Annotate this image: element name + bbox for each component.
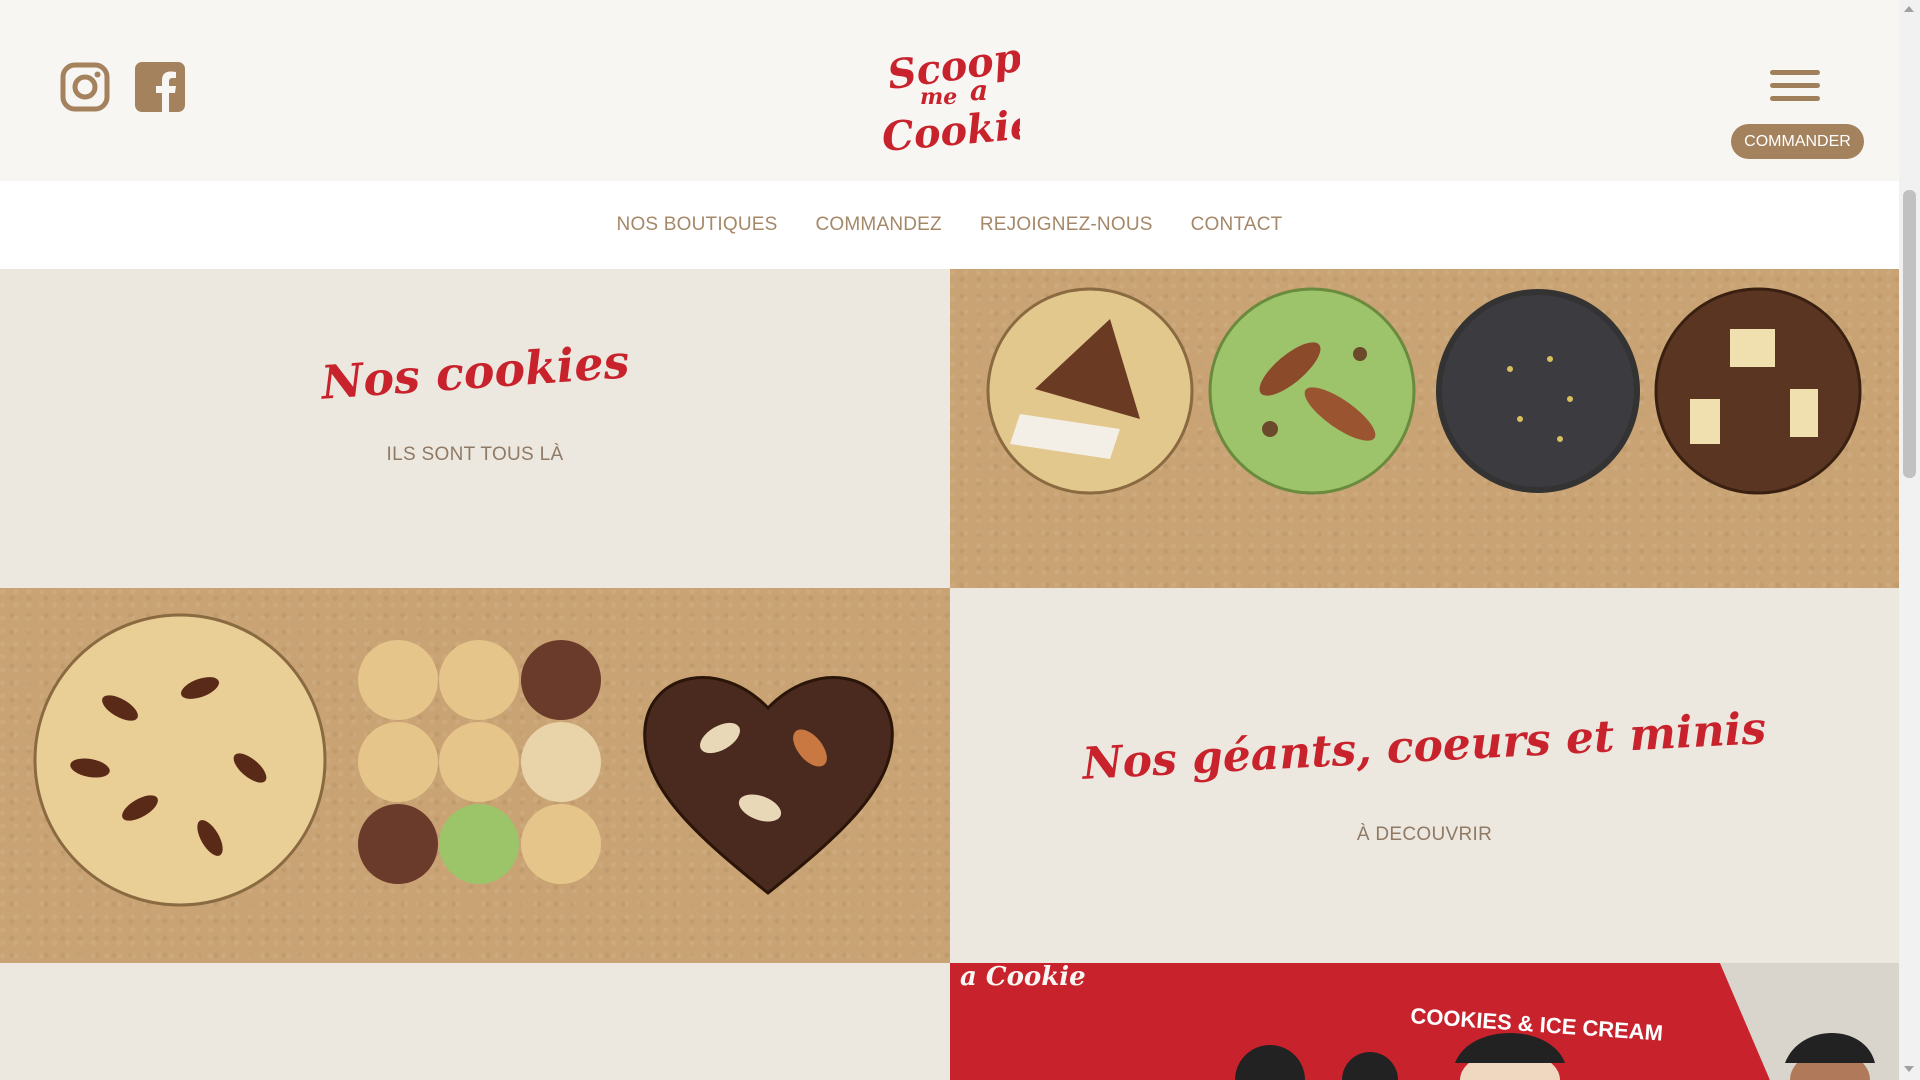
site-header: Scoop me a Cookie COMMANDER <box>0 0 1899 181</box>
menu-toggle-button[interactable] <box>1770 70 1820 106</box>
giants-subtitle[interactable]: À DECOUVRIR <box>1357 824 1492 846</box>
cookies-image[interactable] <box>950 269 1899 588</box>
cookies-section[interactable]: Nos cookies ILS SONT TOUS LÀ <box>0 269 950 588</box>
empty-section <box>0 963 950 1080</box>
commander-button[interactable]: COMMANDER <box>1731 124 1864 159</box>
heart-cookie <box>643 676 894 895</box>
cookie-chocolate-white <box>1654 287 1862 495</box>
facebook-icon[interactable] <box>135 62 185 112</box>
menu-bar <box>1770 83 1820 88</box>
nav-item-commandez[interactable]: COMMANDEZ <box>797 214 961 236</box>
giants-section[interactable]: Nos géants, coeurs et minis À DECOUVRIR <box>950 588 1899 963</box>
mini-cookies <box>358 640 601 884</box>
giants-image[interactable] <box>0 588 950 963</box>
nav-item-rejoignez[interactable]: REJOIGNEZ-NOUS <box>961 214 1172 236</box>
storefront-sign: a Cookie <box>960 963 1086 992</box>
menu-bar <box>1770 70 1820 75</box>
instagram-icon[interactable] <box>60 62 110 112</box>
scroll-down-arrow[interactable] <box>1904 1066 1914 1072</box>
scroll-up-arrow[interactable] <box>1904 6 1914 12</box>
cookies-title: Nos cookies <box>319 334 631 410</box>
cookies-illustration <box>986 287 1862 495</box>
giant-cookie <box>33 613 327 907</box>
cookie-chocolate-banana <box>986 287 1194 495</box>
svg-text:a: a <box>970 74 988 107</box>
scrollbar[interactable] <box>1899 0 1920 1080</box>
main-nav: NOS BOUTIQUES COMMANDEZ REJOIGNEZ-NOUS C… <box>0 181 1899 269</box>
menu-bar <box>1770 96 1820 101</box>
storefront-image[interactable]: a Cookie COOKIES & ICE CREAM <box>950 963 1899 1080</box>
nav-item-boutiques[interactable]: NOS BOUTIQUES <box>598 214 797 236</box>
svg-text:me: me <box>920 84 957 110</box>
giants-title: Nos géants, coeurs et minis <box>1081 703 1768 790</box>
page: Scoop me a Cookie COMMANDER NOS BOUTIQUE… <box>0 0 1899 1080</box>
scrollbar-thumb[interactable] <box>1903 190 1916 478</box>
storefront-photo: a Cookie COOKIES & ICE CREAM <box>950 963 1899 1080</box>
cookie-matcha <box>1208 287 1416 495</box>
nav-item-contact[interactable]: CONTACT <box>1172 214 1302 236</box>
svg-text:Cookie: Cookie <box>880 101 1020 154</box>
giants-illustration <box>33 613 894 907</box>
logo[interactable]: Scoop me a Cookie <box>880 34 1020 154</box>
cookies-subtitle[interactable]: ILS SONT TOUS LÀ <box>387 444 564 466</box>
social-links <box>60 62 185 112</box>
cookie-black-sesame <box>1436 289 1640 493</box>
